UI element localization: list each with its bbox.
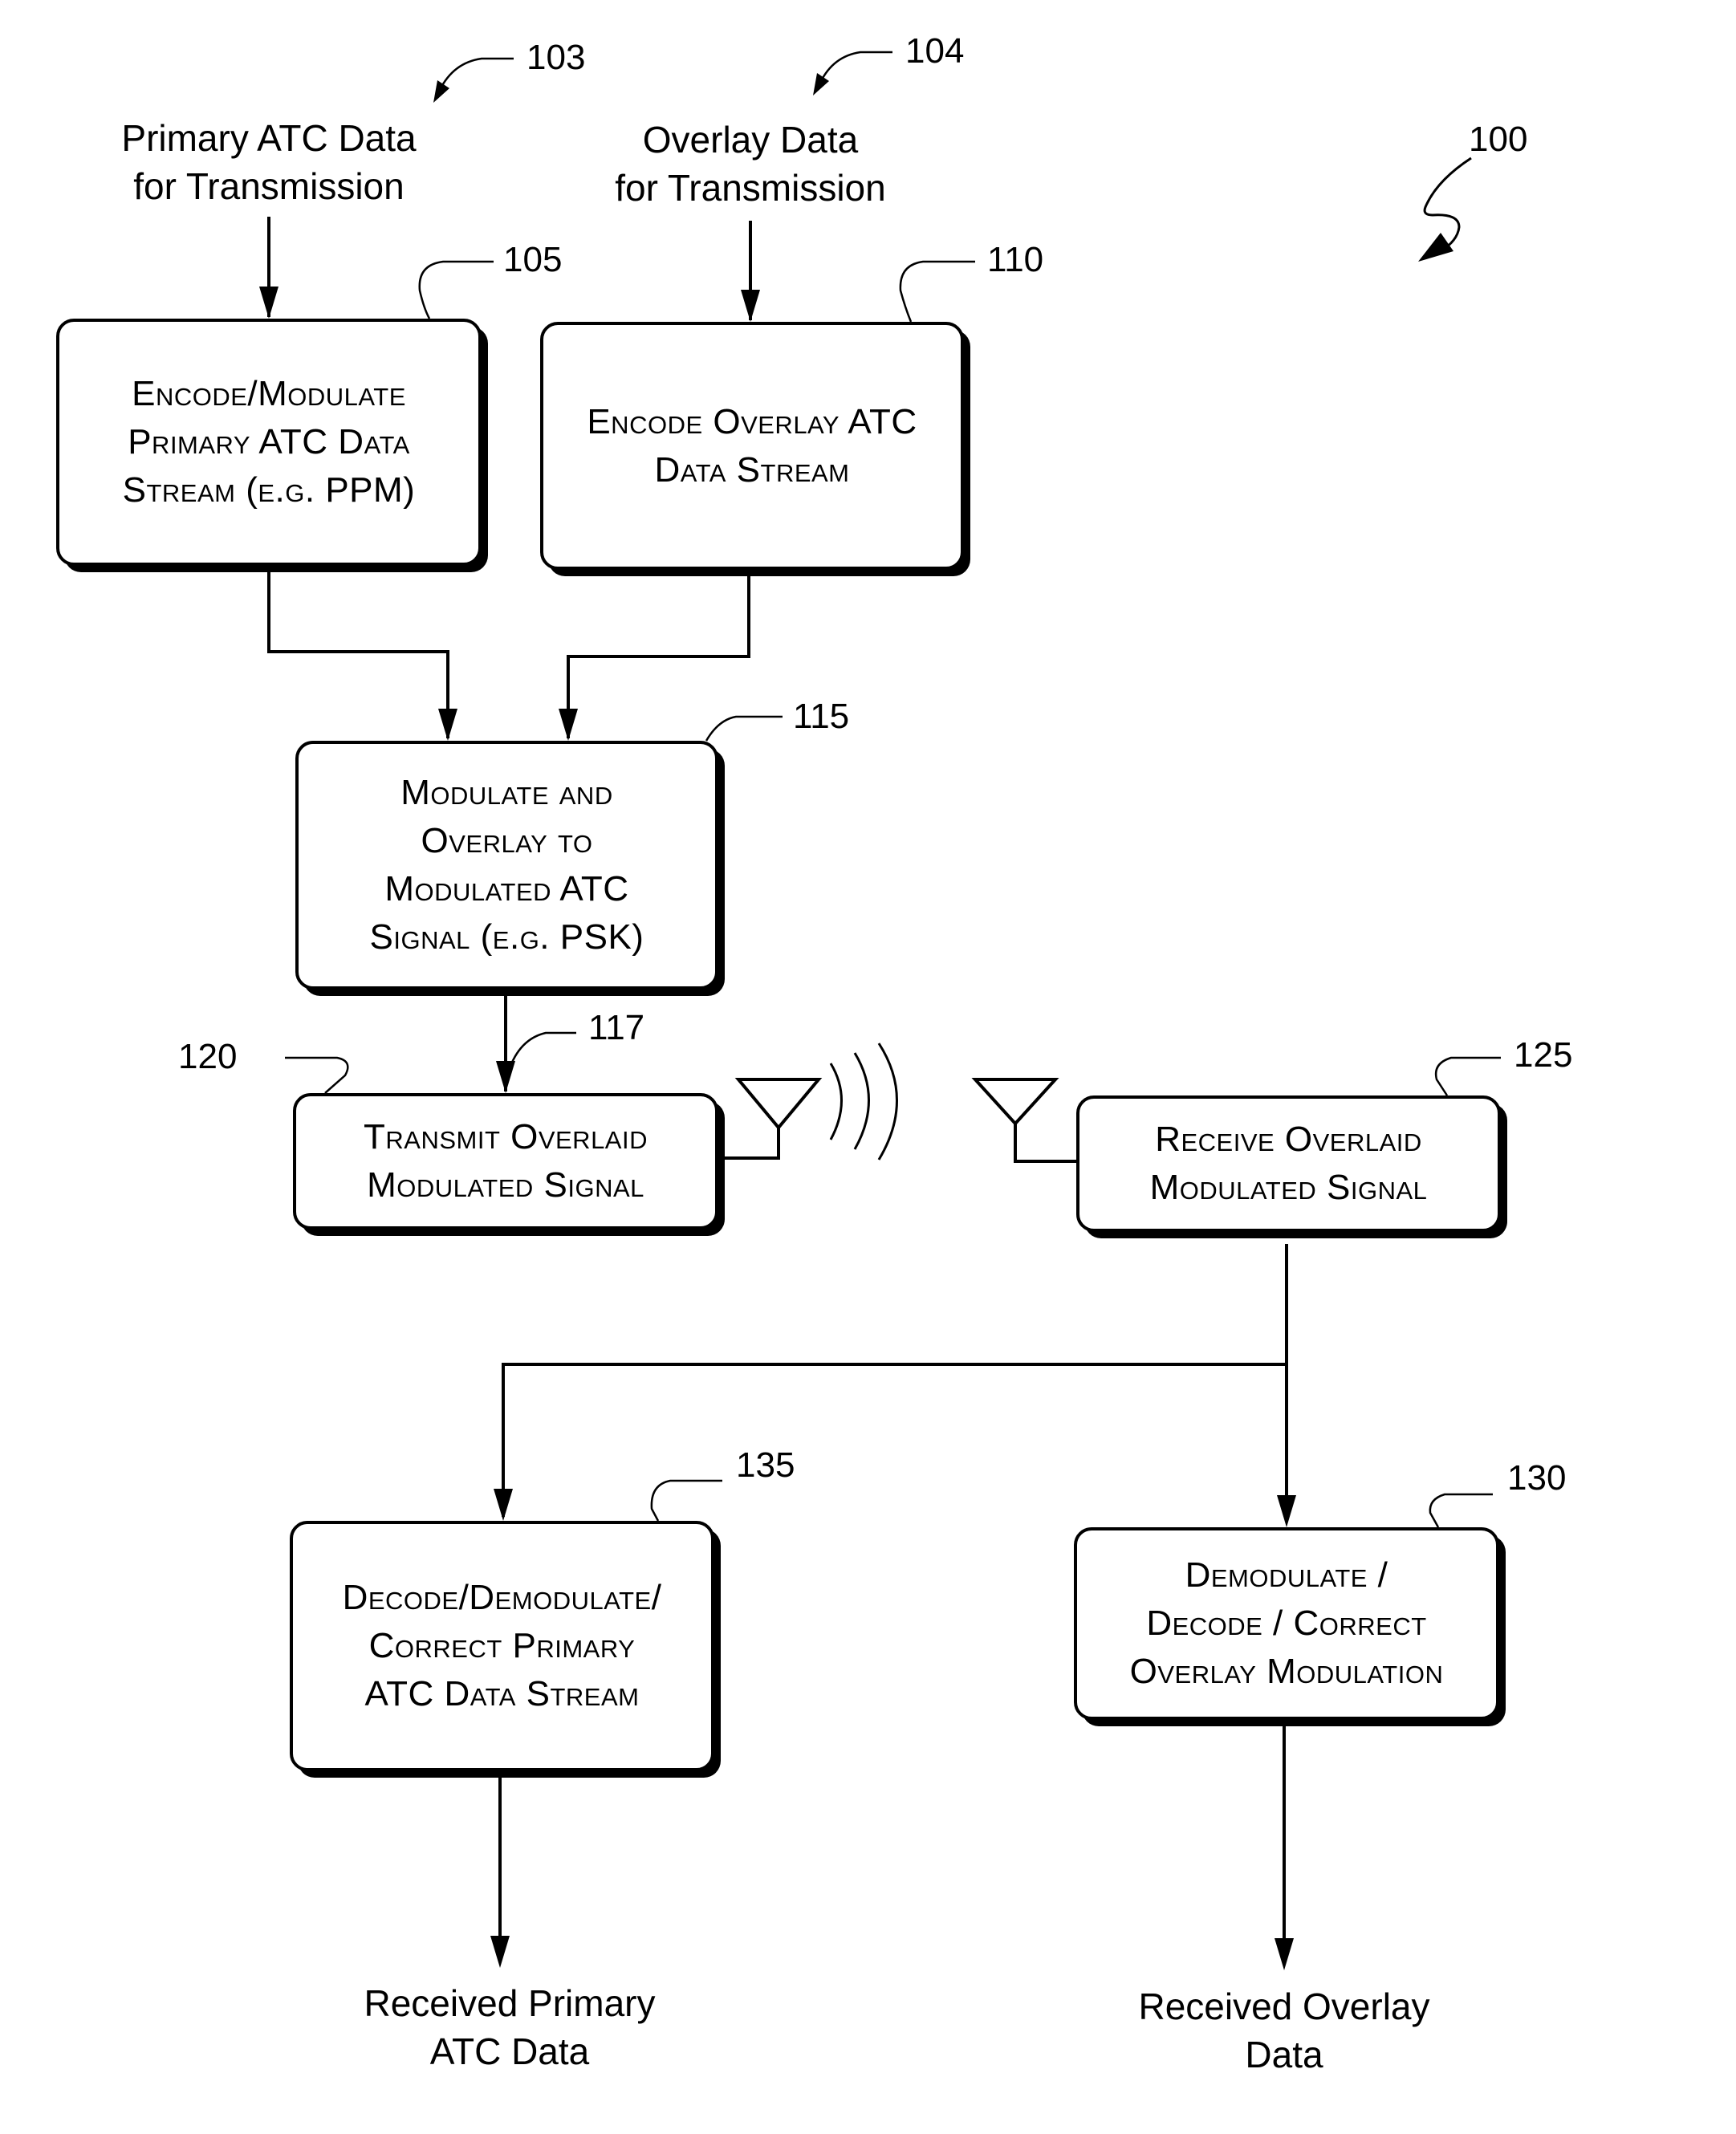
block-decode-primary: Decode/Demodulate/ Correct Primary ATC D… [290, 1521, 714, 1771]
connector-125-130-head [1277, 1495, 1296, 1527]
ref-label-115: 115 [793, 697, 850, 736]
leader-100-head [1418, 233, 1453, 262]
arrow-output-overlay-head [1275, 1938, 1294, 1970]
ref-label-125: 125 [1514, 1035, 1573, 1075]
arrow-input-overlay-head [741, 290, 760, 322]
leader-103-head [433, 80, 449, 103]
connector-branch-135 [502, 1363, 1285, 1517]
block-receive-label: Receive Overlaid Modulated Signal [1149, 1120, 1428, 1207]
connector-105-115 [267, 567, 449, 738]
leader-105 [418, 260, 494, 319]
connector-115-120-head [496, 1061, 515, 1093]
block-decode-primary-label: Decode/Demodulate/ Correct Primary ATC D… [342, 1578, 662, 1713]
leader-104 [819, 51, 892, 83]
output-received-primary: Received Primary ATC Data [364, 1982, 656, 2072]
leader-115 [705, 715, 783, 742]
leader-104-head [813, 73, 829, 96]
antenna-icon [722, 1078, 823, 1160]
block-transmit-label: Transmit Overlaid Modulated Signal [364, 1117, 648, 1205]
ref-label-100: 100 [1469, 120, 1528, 159]
leader-110 [899, 260, 975, 323]
block-modulate-overlay-label: Modulate and Overlay to Modulated ATC Si… [369, 773, 644, 957]
ref-label-110: 110 [987, 240, 1044, 279]
block-modulate-overlay: Modulate and Overlay to Modulated ATC Si… [295, 741, 718, 990]
output-received-overlay: Received Overlay Data [1138, 1986, 1430, 2075]
connector-branch-135-head [494, 1489, 513, 1521]
arrow-output-primary-head [490, 1936, 510, 1968]
ref-label-117: 117 [588, 1008, 645, 1047]
block-encode-overlay-label: Encode Overlay ATC Data Stream [587, 401, 917, 490]
leader-125 [1434, 1056, 1501, 1096]
ref-label-120: 120 [178, 1037, 238, 1076]
ref-label-104: 104 [905, 31, 965, 71]
connector-110-115-head [559, 709, 578, 741]
leader-120 [285, 1056, 349, 1094]
block-encode-overlay: Encode Overlay ATC Data Stream [540, 322, 964, 570]
radio-waves-icon [829, 1043, 898, 1160]
block-encode-primary-label: Encode/Modulate Primary ATC Data Stream … [122, 374, 416, 510]
leader-135 [650, 1479, 722, 1522]
block-transmit: Transmit Overlaid Modulated Signal [293, 1093, 718, 1230]
ref-label-135: 135 [736, 1445, 795, 1485]
input-primary-atc-data: Primary ATC Data for Transmission [121, 117, 417, 207]
block-receive: Receive Overlaid Modulated Signal [1076, 1095, 1501, 1232]
leader-100 [1423, 156, 1472, 253]
ref-label-130: 130 [1507, 1458, 1567, 1498]
leader-103 [438, 57, 514, 91]
connector-105-115-head [438, 709, 457, 741]
block-decode-overlay: Demodulate / Decode / Correct Overlay Mo… [1074, 1527, 1499, 1720]
leader-130 [1429, 1493, 1493, 1528]
input-overlay-data: Overlay Data for Transmission [615, 119, 886, 209]
antenna-icon [971, 1078, 1076, 1163]
ref-label-105: 105 [503, 240, 563, 279]
leader-117 [506, 1031, 576, 1076]
ref-label-103: 103 [526, 38, 586, 77]
connector-110-115 [567, 572, 750, 738]
arrow-input-primary-head [259, 287, 278, 319]
block-encode-primary: Encode/Modulate Primary ATC Data Stream … [56, 319, 482, 566]
block-decode-overlay-label: Demodulate / Decode / Correct Overlay Mo… [1129, 1555, 1444, 1691]
